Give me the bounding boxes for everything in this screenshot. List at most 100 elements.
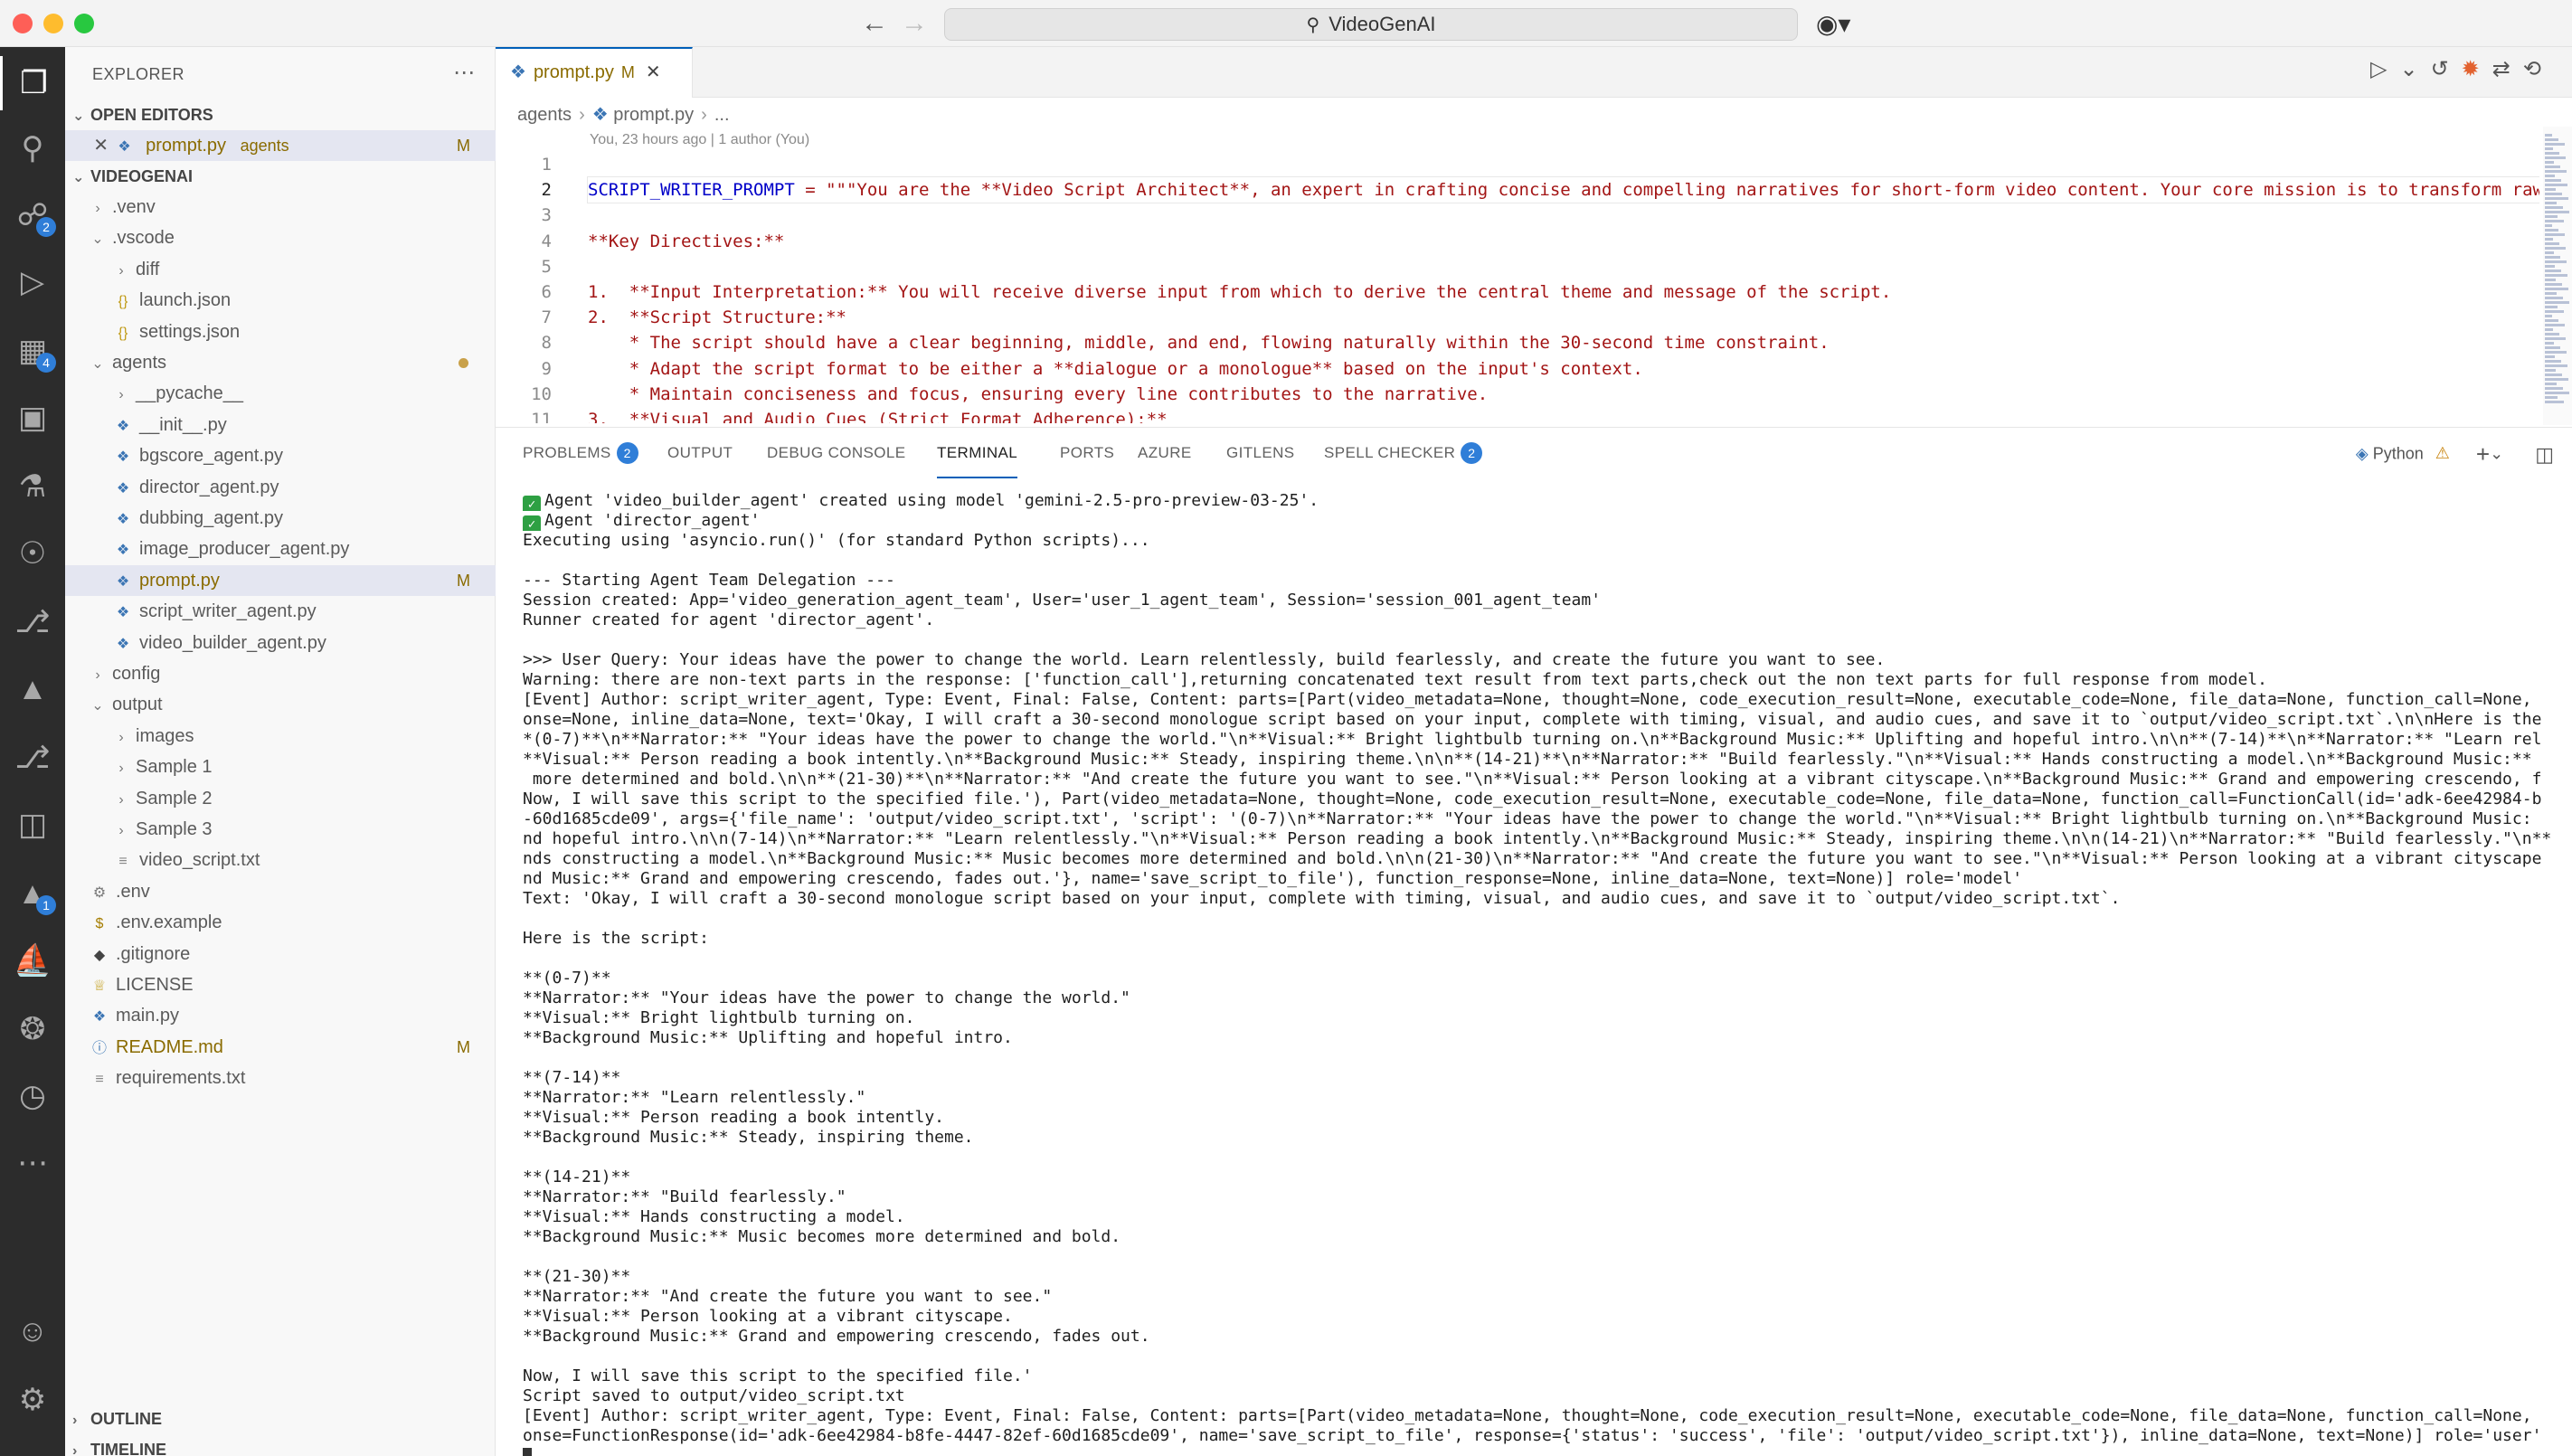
file-item[interactable]: ≡ video_script.txt xyxy=(65,845,496,875)
file-item[interactable]: ❖ dubbing_agent.py xyxy=(65,503,496,534)
explorer-icon[interactable]: ❐ xyxy=(0,56,65,110)
code-line[interactable]: 10 * Maintain conciseness and focus, ens… xyxy=(496,382,1488,407)
breadcrumb-file[interactable]: prompt.py xyxy=(613,105,694,125)
split-terminal-icon[interactable]: ◫ xyxy=(2535,443,2554,466)
terminal-output[interactable]: ✓ Agent 'video_builder_agent' created usi… xyxy=(523,491,2558,1456)
docker-icon[interactable]: ⛵ xyxy=(0,933,65,988)
open-editors-section[interactable]: ⌄ OPEN EDITORS xyxy=(65,99,496,130)
window-minimize-button[interactable] xyxy=(43,14,63,33)
file-item[interactable]: ⚙ .env xyxy=(65,876,496,907)
code-line[interactable]: 5 xyxy=(496,254,588,279)
code-line[interactable]: 8 * The script should have a clear begin… xyxy=(496,330,1830,355)
terminal-shell-label[interactable]: Python xyxy=(2373,444,2424,462)
folder-item[interactable]: ⌄ .vscode xyxy=(65,222,496,253)
file-item[interactable]: ❖ script_writer_agent.py xyxy=(65,596,496,627)
github-actions-icon[interactable]: ⎇ xyxy=(0,731,65,785)
tab-ports[interactable]: PORTS xyxy=(1060,428,1114,478)
command-center-search[interactable]: ⚲ VideoGenAI xyxy=(944,8,1798,41)
folder-item[interactable]: › Sample 2 xyxy=(65,783,496,814)
deploy-icon[interactable]: ▲ 1 xyxy=(0,866,65,921)
more-icon[interactable]: ⋯ xyxy=(0,1136,65,1190)
file-item[interactable]: {} launch.json xyxy=(65,285,496,316)
code-line[interactable]: 1 xyxy=(496,152,588,177)
run-debug-icon[interactable]: ▷ xyxy=(0,255,65,309)
file-item[interactable]: ❖ video_builder_agent.py xyxy=(65,628,496,658)
spark-icon[interactable]: ✹ xyxy=(2462,57,2492,81)
file-item[interactable]: ❖ prompt.py M xyxy=(65,564,496,596)
minimap[interactable] xyxy=(2543,127,2572,425)
folder-item[interactable]: › .venv xyxy=(65,192,496,222)
search-icon[interactable]: ⚲ xyxy=(0,121,65,175)
revert-icon[interactable]: ⟲ xyxy=(2523,57,2554,81)
code-line[interactable]: 11 3. **Visual and Audio Cues (Strict For… xyxy=(496,407,1167,423)
folder-item[interactable]: ⌄ output xyxy=(65,689,496,720)
compare-icon[interactable]: ⇄ xyxy=(2492,57,2523,81)
code-line[interactable]: 6 1. **Input Interpretation:** You will r… xyxy=(496,279,1892,305)
settings-gear-icon[interactable]: ⚙ xyxy=(0,1373,65,1427)
file-item[interactable]: ❖ image_producer_agent.py xyxy=(65,534,496,564)
folder-item[interactable]: › __pycache__ xyxy=(65,378,496,409)
chevron-down-icon[interactable]: ⌄ xyxy=(2490,444,2503,462)
remote-explorer-icon[interactable]: ▣ xyxy=(0,391,65,445)
file-item[interactable]: ≡ requirements.txt xyxy=(65,1063,496,1093)
new-terminal-icon[interactable]: + xyxy=(2476,440,2490,468)
timeline-section[interactable]: › TIMELINE xyxy=(65,1434,496,1456)
file-item[interactable]: ♕ LICENSE xyxy=(65,969,496,1000)
history-icon[interactable]: ↺ xyxy=(2431,57,2462,81)
kubernetes-icon[interactable]: ❂ xyxy=(0,1002,65,1056)
tab-azure[interactable]: AZURE xyxy=(1138,428,1192,478)
gitlens-icon[interactable]: ☉ xyxy=(0,526,65,581)
breadcrumb-symbol[interactable]: ... xyxy=(714,105,730,125)
azure-icon[interactable]: ▲ xyxy=(0,662,65,716)
code-line[interactable]: 7 2. **Script Structure:** xyxy=(496,305,846,330)
extensions-icon[interactable]: ▦ 4 xyxy=(0,324,65,378)
open-editor-item[interactable]: ✕ ❖ prompt.py agents M xyxy=(65,130,496,161)
file-item[interactable]: $ .env.example xyxy=(65,907,496,938)
source-control-icon[interactable]: ☍ 2 xyxy=(0,188,65,242)
copilot-icon[interactable]: ◉▾ xyxy=(1816,9,1851,39)
folder-item[interactable]: › images xyxy=(65,721,496,752)
tab-spell-checker[interactable]: SPELL CHECKER 2 xyxy=(1324,428,1483,478)
testing-icon[interactable]: ⚗ xyxy=(0,459,65,514)
more-actions-icon[interactable]: ⋯ xyxy=(453,60,475,86)
close-icon[interactable]: ✕ xyxy=(65,130,109,161)
code-line[interactable]: 4 **Key Directives:** xyxy=(496,229,785,254)
file-item[interactable]: ❖ __init__.py xyxy=(65,410,496,440)
tab-terminal[interactable]: TERMINAL xyxy=(937,428,1018,478)
file-item[interactable]: ⓘ README.md M xyxy=(65,1032,496,1063)
code-line[interactable]: 3 xyxy=(496,203,588,228)
tab-prompt-py[interactable]: ❖ prompt.py M ✕ xyxy=(496,47,693,98)
run-icon[interactable]: ▷⌄ xyxy=(2370,57,2431,81)
tab-output[interactable]: OUTPUT xyxy=(667,428,733,478)
codelens-blame[interactable]: You, 23 hours ago | 1 author (You) xyxy=(590,132,809,148)
outline-section[interactable]: › OUTLINE xyxy=(65,1404,496,1434)
file-item[interactable]: {} settings.json xyxy=(65,317,496,347)
forward-arrow-icon[interactable]: → xyxy=(901,9,928,38)
folder-item[interactable]: ⌄ agents xyxy=(65,347,496,378)
terminal-line: *(0-7)**\n**Narrator:** "Your ideas have… xyxy=(523,730,2558,750)
folder-item[interactable]: › config xyxy=(65,658,496,689)
window-close-button[interactable] xyxy=(13,14,33,33)
containers-icon[interactable]: ◫ xyxy=(0,798,65,852)
folder-item[interactable]: › Sample 1 xyxy=(65,752,496,782)
account-icon[interactable]: ☺ xyxy=(0,1304,65,1358)
tab-problems[interactable]: PROBLEMS 2 xyxy=(523,428,638,478)
folder-item[interactable]: › diff xyxy=(65,254,496,285)
file-item[interactable]: ◆ .gitignore xyxy=(65,939,496,969)
code-line[interactable]: 9 * Adapt the script format to be either… xyxy=(496,356,1643,382)
file-item[interactable]: ❖ director_agent.py xyxy=(65,472,496,503)
file-item[interactable]: ❖ bgscore_agent.py xyxy=(65,440,496,471)
tab-gitlens[interactable]: GITLENS xyxy=(1226,428,1295,478)
close-icon[interactable]: ✕ xyxy=(646,62,661,82)
back-arrow-icon[interactable]: ← xyxy=(861,9,888,38)
git-graph-icon[interactable]: ⎇ xyxy=(0,595,65,649)
tab-debug-console[interactable]: DEBUG CONSOLE xyxy=(767,428,906,478)
code-line[interactable]: 2 SCRIPT_WRITER_PROMPT = """You are the *… xyxy=(496,176,2539,204)
code-editor[interactable]: 1 2 SCRIPT_WRITER_PROMPT = """You are the … xyxy=(496,152,2539,423)
project-section[interactable]: ⌄ VIDEOGENAI xyxy=(65,161,496,192)
breadcrumb-folder[interactable]: agents xyxy=(517,105,572,125)
window-maximize-button[interactable] xyxy=(74,14,94,33)
timeline-icon[interactable]: ◷ xyxy=(0,1069,65,1123)
folder-item[interactable]: › Sample 3 xyxy=(65,814,496,845)
file-item[interactable]: ❖ main.py xyxy=(65,1000,496,1031)
